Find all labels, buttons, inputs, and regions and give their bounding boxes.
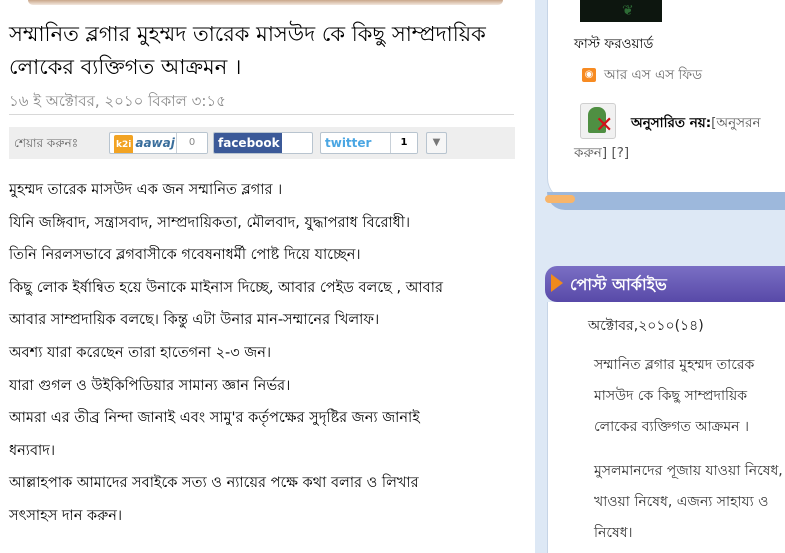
body-line: কিছু লোক ইর্ষান্বিত হয়ে উনাকে মাইনাস দি…	[9, 279, 443, 296]
body-line: তিনি নিরলসভাবে ব্লগবাসীকে গবেষনাধর্মী পো…	[9, 247, 361, 264]
more-share-button[interactable]: ▼	[426, 132, 447, 154]
sidebar-widget: ❦ ফাস্ট ফরওয়ার্ড ◉ আর এস এস ফিড ✕ অনুসার…	[547, 0, 785, 200]
facebook-logo: facebook	[214, 133, 282, 153]
twitter-count: 1	[390, 133, 417, 153]
body-line: আমরা এর তীব্র নিন্দা জানাই এবং সামু'র কর…	[9, 410, 420, 427]
twitter-share-button[interactable]: twitter 1	[320, 132, 418, 154]
rss-icon: ◉	[582, 68, 596, 82]
rss-label: আর এস এস ফিড	[604, 67, 703, 83]
arrow-right-icon	[551, 274, 563, 292]
share-label: শেয়ার করুনঃ	[14, 136, 79, 150]
follow-status: অনুসারিত নয়:[অনুসরন করুন] [?]	[574, 108, 785, 168]
badge-image[interactable]: ❦	[580, 0, 662, 22]
post-column: সম্মানিত ব্লগার মুহম্মদ তারেক মাসউদ কে ক…	[0, 0, 535, 553]
body-line: আল্লাহপাক আমাদের সবাইকে সত্য ও ন্যায়ের …	[9, 475, 419, 492]
body-line: সৎসাহস দান করুন।	[9, 507, 123, 524]
follow-help-link[interactable]: [?]	[611, 145, 629, 161]
archive-widget: অক্টোবর,২০১০(১৪) সম্মানিত ব্লগার মুহম্মদ…	[547, 302, 785, 553]
aawaj-share-button[interactable]: k2i aawaj 0	[109, 132, 208, 154]
aawaj-logo: k2i aawaj	[110, 133, 179, 153]
rss-feed-link[interactable]: ◉ আর এস এস ফিড	[582, 64, 702, 87]
body-line: ধন্যবাদ।	[9, 442, 56, 459]
aawaj-name: aawaj	[135, 136, 175, 150]
share-bar: শেয়ার করুনঃ k2i aawaj 0 facebook twitter…	[9, 127, 515, 159]
twitter-logo: twitter	[325, 136, 372, 150]
aawaj-count: 0	[176, 133, 207, 153]
body-line: আবার সাম্প্রদায়িক বলছে। কিন্তু এটা উনার…	[9, 312, 380, 329]
facebook-share-button[interactable]: facebook	[213, 132, 313, 154]
post-date: ১৬ ই অক্টোবর, ২০১০ বিকাল ৩:১৫	[9, 92, 226, 110]
archive-title: পোস্ট আর্কাইভ	[570, 275, 667, 294]
body-line: যিনি জঙ্গিবাদ, সন্ত্রাসবাদ, সাম্প্রদায়ি…	[9, 214, 411, 231]
post-title[interactable]: সম্মানিত ব্লগার মুহম্মদ তারেক মাসউদ কে ক…	[9, 18, 524, 84]
archive-post-link[interactable]: মুসলমানদের পূজায় যাওয়া নিষেধ, খাওয়া ন…	[594, 456, 785, 549]
chevron-down-icon: ▼	[432, 137, 441, 148]
follow-status-label: অনুসারিত নয়:	[631, 115, 712, 131]
post-body: মুহম্মদ তারেক মাসউদ এক জন সম্মানিত ব্লগা…	[9, 174, 524, 533]
sidebar: ❦ ফাস্ট ফরওয়ার্ড ◉ আর এস এস ফিড ✕ অনুসার…	[535, 0, 785, 553]
card-swoosh-accent	[545, 195, 575, 203]
archive-header: পোস্ট আর্কাইভ	[545, 266, 785, 302]
archive-post-link[interactable]: সম্মানিত ব্লগার মুহম্মদ তারেক মাসউদ কে ক…	[594, 350, 785, 443]
body-line: যারা গুগল ও উইকিপিডিয়ার সামান্য জ্ঞান ন…	[9, 377, 291, 394]
ornament-icon: ❦	[622, 3, 634, 19]
divider	[9, 114, 514, 115]
body-line: মুহম্মদ তারেক মাসউদ এক জন সম্মানিত ব্লগা…	[9, 182, 283, 198]
card-swoosh	[547, 192, 785, 210]
aawaj-logo-icon: k2i	[114, 135, 134, 153]
archive-month[interactable]: অক্টোবর,২০১০(১৪)	[588, 314, 704, 338]
fast-forward-link[interactable]: ফাস্ট ফরওয়ার্ড	[574, 33, 653, 56]
body-line: অবশ্য যারা করেছেন তারা হাতেগনা ২-৩ জন।	[9, 344, 272, 361]
top-decoration	[28, 0, 503, 5]
